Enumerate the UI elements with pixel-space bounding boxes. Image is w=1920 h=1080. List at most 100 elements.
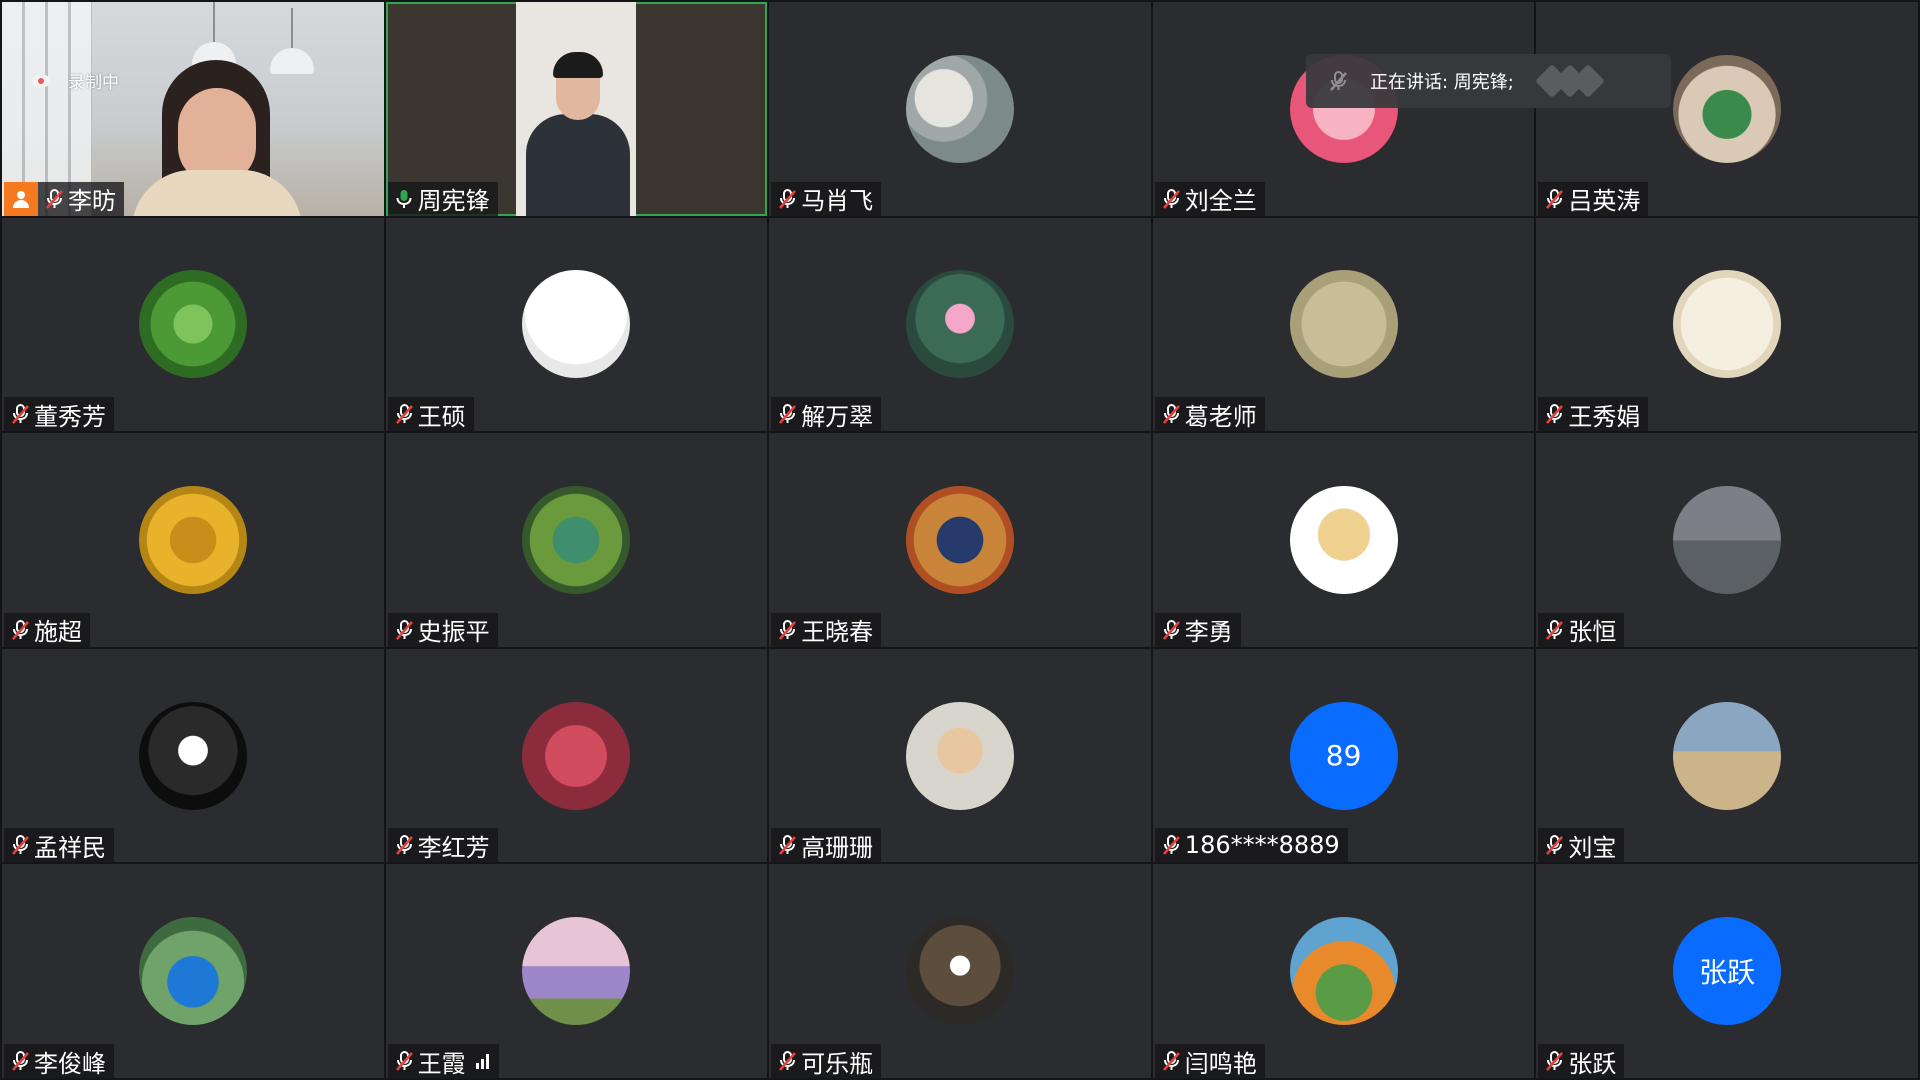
- mic-muted-icon: [395, 619, 413, 640]
- participant-tile[interactable]: 高珊珊: [769, 648, 1151, 863]
- name-tag: 王秀娟: [1538, 397, 1649, 432]
- mic-muted-icon: [1162, 188, 1180, 209]
- speaking-label: 正在讲话: 周宪锋;: [1370, 72, 1514, 93]
- name-tag: 吕英涛: [1538, 181, 1649, 216]
- mic-muted-icon: [12, 619, 29, 640]
- participant-tile[interactable]: 王霞: [385, 864, 768, 1078]
- mic-muted-icon: [1162, 619, 1180, 640]
- participant-tile[interactable]: 可乐瓶: [769, 864, 1151, 1078]
- participant-tile[interactable]: 施超: [2, 433, 384, 647]
- mic-muted-icon: [1546, 619, 1564, 640]
- mic-muted-icon: [1546, 188, 1564, 209]
- avatar: [1673, 54, 1782, 163]
- name-tag: 施超: [4, 612, 90, 647]
- participant-name: 孟祥民: [34, 833, 106, 862]
- mic-muted-icon: [779, 835, 797, 856]
- participant-tile[interactable]: 刘全兰: [1152, 2, 1535, 216]
- participant-name: 闫鸣艳: [1184, 1049, 1257, 1078]
- mic-muted-icon: [12, 835, 29, 856]
- cloud-record-icon: [32, 74, 50, 87]
- name-tag: 张恒: [1538, 612, 1625, 647]
- mic-active-icon: [396, 189, 412, 208]
- name-tag: 解万翠: [771, 397, 882, 432]
- participant-tile[interactable]: 李俊峰: [2, 864, 384, 1078]
- signal-strength-icon: [475, 1053, 491, 1069]
- name-tag: 李俊峰: [4, 1044, 114, 1078]
- name-tag: 王霞: [387, 1044, 499, 1078]
- mic-muted-icon: [1330, 71, 1347, 91]
- mic-muted-icon: [779, 188, 797, 209]
- name-tag: 李红芳: [387, 828, 498, 863]
- name-tag: 刘全兰: [1154, 181, 1265, 216]
- avatar: [138, 917, 247, 1026]
- avatar: [1673, 270, 1782, 379]
- name-tag: 董秀芳: [4, 397, 114, 432]
- participant-name: 葛老师: [1184, 402, 1257, 431]
- participant-tile[interactable]: 葛老师: [1152, 217, 1535, 432]
- name-tag: 周宪锋: [387, 181, 498, 216]
- participant-tile[interactable]: 王晓春: [769, 433, 1151, 647]
- participant-tile[interactable]: 解万翠: [769, 217, 1151, 432]
- participant-name: 高珊珊: [801, 833, 874, 862]
- mic-muted-icon: [1546, 835, 1564, 856]
- name-tag: 孟祥民: [4, 828, 114, 863]
- participant-name: 施超: [34, 618, 82, 647]
- participant-name: 王霞: [417, 1049, 466, 1078]
- participant-body: [525, 114, 630, 216]
- name-tag: 史振平: [387, 612, 498, 647]
- participant-tile[interactable]: 89 186****8889: [1152, 648, 1535, 863]
- name-tag: 王晓春: [771, 612, 882, 647]
- mic-muted-icon: [1546, 404, 1564, 425]
- recording-label: 录制中: [68, 73, 119, 93]
- avatar: [905, 270, 1014, 379]
- avatar: [138, 701, 247, 810]
- participant-name: 周宪锋: [417, 187, 490, 216]
- participant-name: 李红芳: [417, 833, 490, 862]
- mic-muted-icon: [779, 1051, 797, 1071]
- background-lamp: [270, 8, 314, 74]
- name-tag: 刘宝: [1538, 828, 1625, 863]
- mic-muted-icon: [395, 404, 413, 425]
- participant-tile[interactable]: 张跃 张跃: [1536, 864, 1918, 1078]
- participant-name: 王晓春: [801, 618, 874, 647]
- participant-name: 李俊峰: [34, 1049, 106, 1078]
- participant-name: 吕英涛: [1568, 187, 1641, 216]
- mic-muted-icon: [395, 835, 413, 856]
- participant-tile[interactable]: 李红芳: [385, 648, 768, 863]
- name-tag: 闫鸣艳: [1154, 1044, 1265, 1078]
- avatar: [138, 270, 247, 379]
- participant-tile[interactable]: 孟祥民: [2, 648, 384, 863]
- participant-tile[interactable]: 闫鸣艳: [1152, 864, 1535, 1078]
- participant-tile[interactable]: 马肖飞: [769, 2, 1151, 216]
- participant-tile[interactable]: 张恒: [1536, 433, 1918, 647]
- participant-tile[interactable]: 吕英涛: [1536, 2, 1918, 216]
- participant-name: 刘全兰: [1184, 187, 1257, 216]
- participant-tile-active-speaker[interactable]: 周宪锋: [385, 2, 768, 216]
- avatar-initials: 89: [1289, 701, 1398, 810]
- participant-tile[interactable]: 王秀娟: [1536, 217, 1918, 432]
- mic-muted-icon: [1162, 1051, 1180, 1071]
- avatar: [522, 917, 631, 1026]
- participant-tile[interactable]: 李勇: [1152, 433, 1535, 647]
- mic-muted-icon: [779, 619, 797, 640]
- participant-tile[interactable]: 史振平: [385, 433, 768, 647]
- participant-tile[interactable]: 刘宝: [1536, 648, 1918, 863]
- name-tag: 186****8889: [1154, 828, 1348, 863]
- avatar: [1289, 485, 1398, 594]
- participant-tile[interactable]: 录制中 李昉: [2, 2, 384, 216]
- avatar: [522, 701, 631, 810]
- participant-name: 王秀娟: [1568, 402, 1641, 431]
- participant-name: 可乐瓶: [801, 1049, 874, 1078]
- participant-tile[interactable]: 董秀芳: [2, 217, 384, 432]
- speaking-indicator: 正在讲话: 周宪锋;: [1306, 54, 1671, 108]
- recording-indicator: 录制中: [32, 68, 119, 93]
- participant-grid: 录制中 李昉 周宪锋 马肖飞 刘全兰 吕英涛 董秀芳 王硕 解万翠 葛老师 王秀…: [0, 0, 1920, 1080]
- participant-name: 马肖飞: [801, 187, 874, 216]
- mic-muted-icon: [1162, 404, 1180, 425]
- avatar: [905, 54, 1014, 163]
- speaking-avatars-icon: [1534, 64, 1606, 98]
- mic-muted-icon: [1162, 835, 1180, 856]
- avatar: [905, 485, 1014, 594]
- participant-tile[interactable]: 王硕: [385, 217, 768, 432]
- avatar: [1289, 917, 1398, 1026]
